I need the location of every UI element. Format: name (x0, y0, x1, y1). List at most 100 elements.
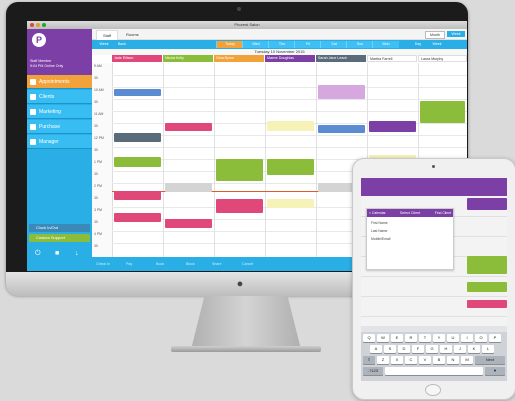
appointment-block[interactable] (165, 219, 212, 228)
appointment-block[interactable] (467, 198, 507, 210)
share-button[interactable]: Share (212, 260, 222, 268)
key[interactable]: R (405, 334, 417, 342)
appointment-block[interactable] (467, 256, 507, 274)
key[interactable]: B (433, 356, 445, 364)
key[interactable]: J (454, 345, 466, 353)
key[interactable]: T (419, 334, 431, 342)
appointment-block[interactable] (420, 101, 465, 123)
appointment-block[interactable] (467, 300, 507, 308)
support-button[interactable]: Custom Support (29, 234, 90, 242)
sidebar-item-clients[interactable]: Clients (27, 90, 92, 104)
day-forward-button[interactable]: Day (410, 41, 426, 48)
appointment-block[interactable] (267, 121, 314, 131)
sidebar-item-appointments[interactable]: Appointments (27, 75, 92, 89)
cancel-button[interactable]: Cancel (242, 260, 253, 268)
day-sun[interactable]: Sun (346, 41, 373, 48)
week-back-button[interactable]: Week (95, 41, 113, 48)
staff-column-header[interactable]: Laura Murphy (418, 55, 467, 62)
block-button[interactable]: Block (186, 260, 195, 268)
day-thu[interactable]: Thu (268, 41, 295, 48)
key[interactable]: Z (377, 356, 389, 364)
week-button[interactable]: Week (447, 31, 465, 37)
select-client-dialog[interactable]: Select Client < Calendar Find Client Fir… (366, 208, 454, 270)
lock-icon[interactable]: ■ (55, 250, 59, 258)
key[interactable]: U (447, 334, 459, 342)
appointment-block[interactable] (467, 282, 507, 292)
clock-in-button[interactable]: Clock In/Out (29, 224, 90, 232)
key[interactable]: Y (433, 334, 445, 342)
key[interactable]: P (489, 334, 501, 342)
appointment-block[interactable] (165, 123, 212, 131)
appointment-block[interactable] (318, 125, 365, 133)
appointment-block[interactable] (216, 159, 263, 181)
key[interactable]: O (475, 334, 487, 342)
key[interactable]: L (482, 345, 494, 353)
sidebar-item-purchase[interactable]: Purchase (27, 120, 92, 134)
key[interactable]: G (426, 345, 438, 353)
next-key[interactable]: Next (475, 356, 505, 364)
key[interactable]: K (468, 345, 480, 353)
day-today[interactable]: Today (216, 41, 243, 48)
back-button[interactable]: Back (114, 41, 130, 48)
appointment-block[interactable] (267, 199, 314, 208)
month-button[interactable]: Month (425, 31, 445, 39)
day-wed[interactable]: Wed (242, 41, 269, 48)
key[interactable]: F (412, 345, 424, 353)
power-icon[interactable]: ⏻ (35, 250, 41, 258)
appointment-block[interactable] (165, 183, 212, 192)
check-in-button[interactable]: Check In (96, 260, 110, 268)
key[interactable]: C (405, 356, 417, 364)
tab-rooms[interactable]: Rooms (120, 30, 145, 39)
download-icon[interactable]: ↓ (75, 250, 79, 258)
key[interactable]: D (398, 345, 410, 353)
grid-line (112, 87, 467, 88)
key[interactable]: N (447, 356, 459, 364)
day-mon[interactable]: Mon (372, 41, 399, 48)
appointment-block[interactable] (114, 191, 161, 200)
appointment-block[interactable] (114, 133, 161, 142)
key[interactable]: V (419, 356, 431, 364)
staff-column-header[interactable]: Sarah Jane Leach (316, 55, 366, 62)
pay-button[interactable]: Pay (126, 260, 132, 268)
key[interactable]: M (461, 356, 473, 364)
time-label: 30 (94, 148, 98, 152)
key[interactable]: A (370, 345, 382, 353)
dialog-find-button[interactable]: Find Client (435, 209, 451, 217)
key[interactable]: I (461, 334, 473, 342)
appointment-block[interactable] (114, 89, 161, 96)
first-name-field[interactable]: First Name (371, 221, 388, 225)
staff-column-header[interactable]: Maeve Doughlas (265, 55, 315, 62)
shift-key[interactable]: ⇧ (363, 356, 375, 364)
keyboard-hide-icon[interactable]: ▼ (485, 367, 505, 375)
sidebar-item-manager[interactable]: Manager (27, 135, 92, 149)
appointment-block[interactable] (114, 157, 161, 167)
appointment-block[interactable] (216, 199, 263, 213)
week-forward-button[interactable]: Week (428, 41, 446, 48)
dialog-back-button[interactable]: < Calendar (369, 209, 386, 217)
space-key[interactable] (385, 367, 483, 375)
day-sat[interactable]: Sat (320, 41, 347, 48)
book-button[interactable]: Book (156, 260, 164, 268)
key[interactable]: X (391, 356, 403, 364)
key[interactable]: E (391, 334, 403, 342)
key[interactable]: S (384, 345, 396, 353)
key[interactable]: H (440, 345, 452, 353)
tab-staff[interactable]: Staff (96, 30, 119, 40)
sidebar-item-marketing[interactable]: Marketing (27, 105, 92, 119)
appointment-block[interactable] (369, 121, 416, 132)
staff-column-header[interactable]: Nicola Kelly (163, 55, 213, 62)
key[interactable]: W (377, 334, 389, 342)
time-label: 30 (94, 76, 98, 80)
appointment-block[interactable] (318, 85, 365, 99)
staff-column-header[interactable]: Jade Ellison (112, 55, 162, 62)
key[interactable]: Q (363, 334, 375, 342)
home-button[interactable] (425, 384, 441, 396)
staff-column-header[interactable]: Gina Byrne (214, 55, 264, 62)
last-name-field[interactable]: Last Name (371, 229, 387, 233)
staff-column-header[interactable]: Martha Farrell (367, 55, 417, 62)
mobile-email-field[interactable]: Mobile/Email (371, 237, 390, 241)
appointment-block[interactable] (267, 159, 314, 175)
appointment-block[interactable] (114, 213, 161, 222)
numbers-key[interactable]: .?123 (363, 367, 383, 375)
day-fri[interactable]: Fri (294, 41, 321, 48)
